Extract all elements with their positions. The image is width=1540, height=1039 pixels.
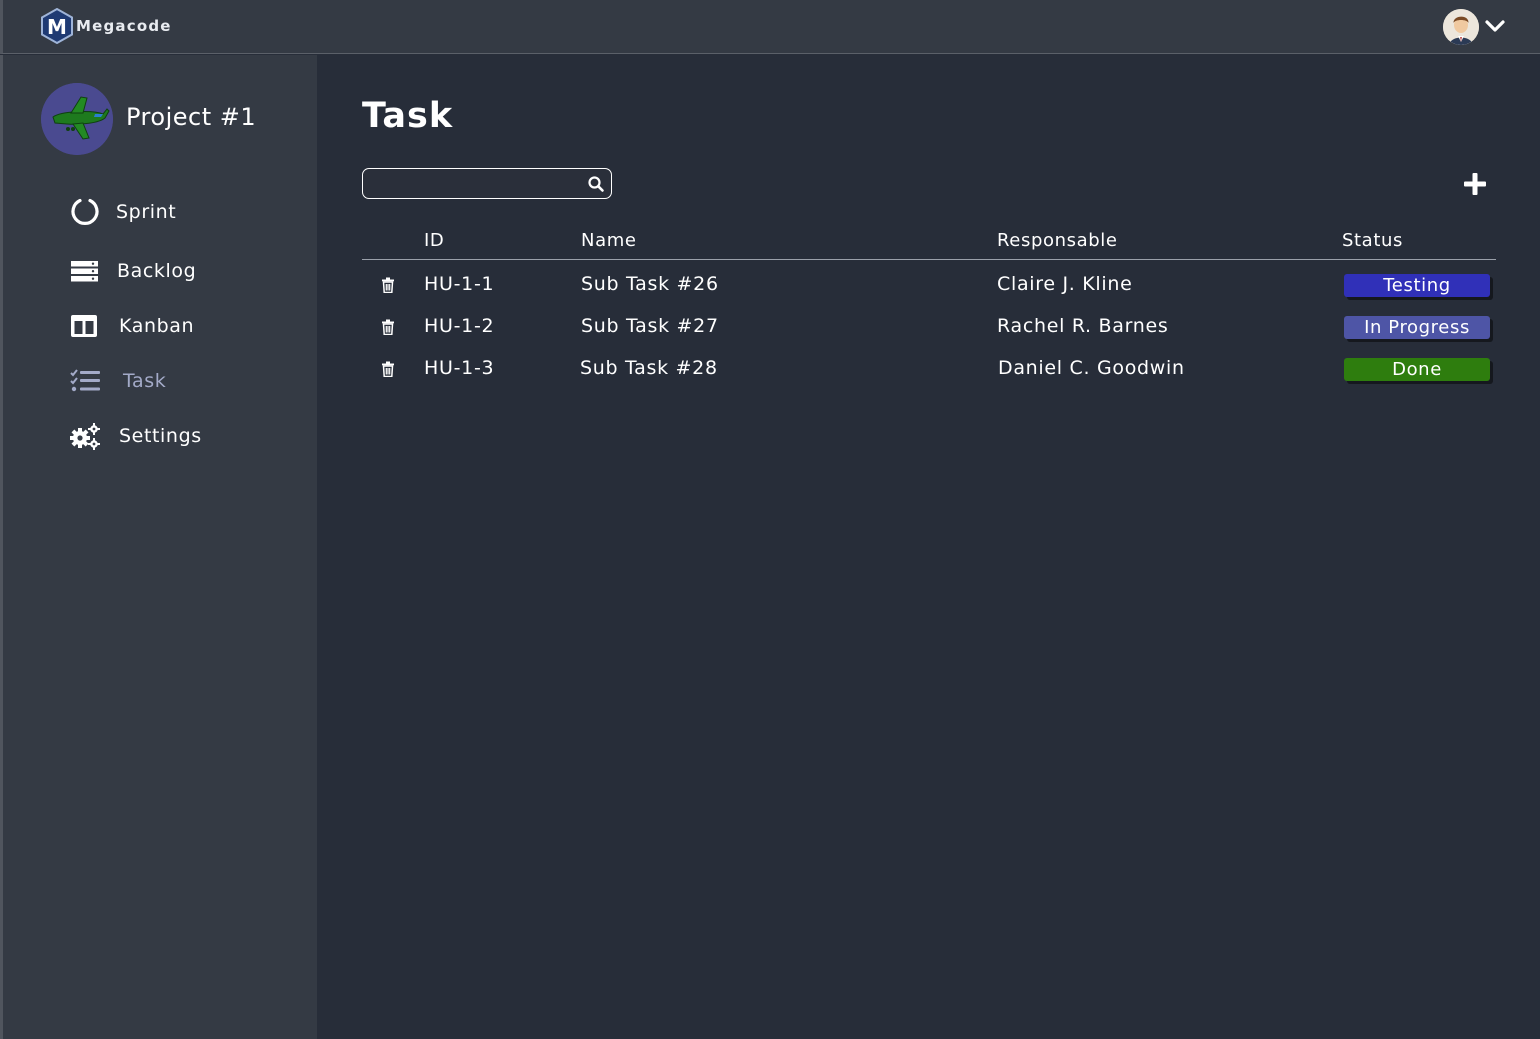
table-header-divider (362, 259, 1496, 260)
megacode-logo-icon: M (41, 8, 73, 44)
circle-notch-icon (71, 198, 99, 225)
columns-icon (71, 315, 97, 337)
brand-name: Megacode (76, 17, 172, 35)
sidebar-item-kanban[interactable]: Kanban (68, 309, 298, 343)
airplane-icon (41, 83, 113, 155)
task-name[interactable]: Sub Task #27 (581, 315, 719, 337)
search-input[interactable] (369, 173, 581, 194)
status-badge[interactable]: Done (1344, 358, 1490, 381)
sidebar-item-label: Backlog (117, 260, 197, 282)
column-header-name[interactable]: Name (581, 230, 637, 251)
svg-text:M: M (47, 15, 67, 39)
sidebar: Project #1 Sprint Backlog Kanban Task Se… (0, 55, 317, 1039)
page-title: Task (362, 96, 454, 136)
project-name: Project #1 (126, 103, 257, 131)
sidebar-item-label: Settings (119, 425, 202, 447)
column-header-responsable[interactable]: Responsable (997, 230, 1118, 251)
task-responsable: Claire J. Kline (997, 273, 1133, 295)
trash-icon[interactable] (381, 361, 395, 377)
user-avatar-icon (1443, 9, 1479, 45)
server-icon (71, 261, 98, 282)
status-badge[interactable]: In Progress (1344, 316, 1490, 339)
task-responsable: Rachel R. Barnes (997, 315, 1169, 337)
task-id: HU-1-1 (424, 273, 495, 295)
sidebar-item-backlog[interactable]: Backlog (68, 254, 298, 288)
top-bar: M Megacode (0, 0, 1540, 54)
chevron-down-icon[interactable] (1484, 17, 1506, 35)
add-task-button[interactable] (1461, 170, 1489, 198)
sidebar-item-label: Kanban (119, 315, 195, 337)
column-header-status[interactable]: Status (1342, 230, 1403, 251)
search-box (362, 168, 612, 199)
table-row: HU-1-3 Sub Task #28 Daniel C. Goodwin Do… (362, 347, 1496, 383)
cogs-icon (70, 423, 100, 450)
tasks-icon (70, 369, 100, 392)
trash-icon[interactable] (381, 319, 395, 335)
task-name[interactable]: Sub Task #26 (581, 273, 719, 295)
column-header-id[interactable]: ID (424, 230, 444, 251)
task-id: HU-1-2 (424, 315, 495, 337)
sidebar-item-task[interactable]: Task (68, 364, 298, 398)
task-name[interactable]: Sub Task #28 (580, 357, 718, 379)
trash-icon[interactable] (381, 277, 395, 293)
project-avatar (41, 83, 113, 155)
sidebar-item-settings[interactable]: Settings (68, 419, 298, 453)
task-responsable: Daniel C. Goodwin (998, 357, 1185, 379)
user-avatar[interactable] (1443, 9, 1479, 45)
status-badge[interactable]: Testing (1344, 274, 1490, 297)
table-row: HU-1-2 Sub Task #27 Rachel R. Barnes In … (362, 305, 1496, 341)
sidebar-item-sprint[interactable]: Sprint (68, 195, 298, 229)
sidebar-item-label: Sprint (116, 201, 177, 223)
sidebar-item-label: Task (123, 370, 167, 392)
table-row: HU-1-1 Sub Task #26 Claire J. Kline Test… (362, 263, 1496, 299)
task-id: HU-1-3 (424, 357, 495, 379)
search-icon[interactable] (587, 175, 605, 193)
